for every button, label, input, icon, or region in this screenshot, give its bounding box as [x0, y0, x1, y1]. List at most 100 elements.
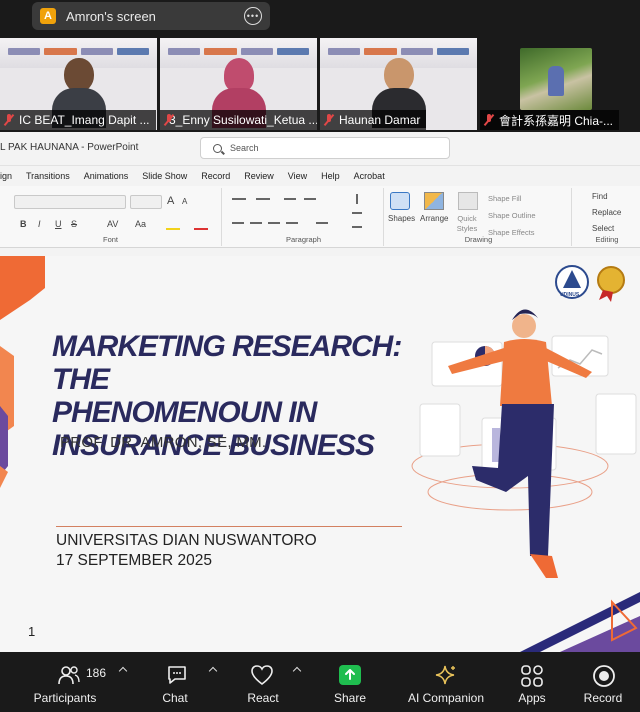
participant-video	[211, 46, 266, 128]
tab-slide-show[interactable]: Slide Show	[142, 171, 187, 181]
participants-button[interactable]: 186 Participants	[0, 654, 130, 712]
font-color-icon[interactable]	[194, 228, 208, 230]
participant-name: Haunan Damar	[320, 110, 427, 130]
underline-button[interactable]: U	[55, 219, 62, 229]
slide-canvas[interactable]: UDINUS MARKETING RESEARCH: THE PHENOMENO…	[0, 256, 640, 652]
screen-share-indicator[interactable]: A Amron's screen •••	[32, 2, 270, 30]
paragraph-group: Paragraph	[224, 188, 384, 246]
tab-transitions[interactable]: Transitions	[26, 171, 70, 181]
university-name: UNIVERSITAS DIAN NUSWANTORO	[56, 532, 317, 549]
arrange-button[interactable]: Arrange	[420, 214, 448, 223]
shape-outline-button[interactable]: Shape Outline	[488, 211, 536, 220]
highlight-icon[interactable]	[166, 228, 180, 230]
apps-button[interactable]: Apps	[498, 654, 566, 712]
columns-icon[interactable]	[316, 222, 328, 224]
mic-muted-icon	[4, 114, 14, 126]
change-case-button[interactable]: Aa	[135, 219, 146, 229]
character-spacing-button[interactable]: AV	[107, 219, 118, 229]
participant-tile[interactable]: IC BEAT_Imang Dapit ...	[0, 38, 157, 130]
bullets-icon[interactable]	[232, 198, 246, 200]
participants-icon	[58, 666, 80, 685]
line-spacing-icon[interactable]	[356, 194, 358, 204]
presentation-date: 17 SEPTEMBER 2025	[56, 552, 212, 569]
document-title: L PAK HAUNANA - PowerPoint	[0, 142, 139, 153]
react-label: React	[247, 691, 279, 705]
quick-styles-icon[interactable]	[458, 192, 478, 210]
participant-tile[interactable]: Haunan Damar	[320, 38, 477, 130]
paragraph-group-label: Paragraph	[285, 235, 322, 244]
chat-label: Chat	[162, 691, 188, 705]
ribbon: A A B I U S AV Aa Font Paragraph Shapes …	[0, 186, 640, 248]
search-input[interactable]: Search	[200, 137, 450, 159]
meeting-toolbar: 186 Participants Chat React Share AI Com…	[0, 654, 640, 712]
chat-button[interactable]: Chat	[130, 654, 220, 712]
tab-help[interactable]: Help	[321, 171, 340, 181]
share-label: Share	[333, 691, 367, 705]
tab-record[interactable]: Record	[201, 171, 230, 181]
italic-button[interactable]: I	[38, 219, 41, 229]
drawing-group: Shapes Arrange Quick Styles Shape Fill S…	[386, 188, 572, 246]
accreditation-badge	[597, 266, 625, 294]
title-line: MARKETING RESEARCH: THE	[52, 330, 402, 396]
grow-font-button[interactable]: A	[167, 195, 174, 207]
arrange-icon[interactable]	[424, 192, 444, 210]
bold-button[interactable]: B	[20, 219, 27, 229]
react-chevron-icon[interactable]	[292, 666, 302, 676]
numbering-icon[interactable]	[256, 198, 270, 200]
font-size-dropdown[interactable]	[130, 195, 162, 209]
more-options-icon[interactable]: •••	[244, 7, 262, 25]
character-head	[512, 314, 536, 338]
align-center-icon[interactable]	[250, 222, 262, 224]
strikethrough-button[interactable]: S	[71, 219, 77, 229]
apps-label: Apps	[518, 691, 546, 705]
tab-acrobat[interactable]: Acrobat	[354, 171, 385, 181]
character-shirt	[500, 339, 552, 406]
ppt-titlebar: L PAK HAUNANA - PowerPoint Search	[0, 132, 640, 166]
record-label: Record	[583, 691, 623, 705]
share-button[interactable]: Share	[306, 654, 394, 712]
participant-video	[371, 46, 426, 128]
divider-line	[56, 526, 402, 527]
align-text-icon[interactable]	[352, 226, 362, 228]
chat-chevron-icon[interactable]	[208, 666, 218, 676]
increase-indent-icon[interactable]	[304, 198, 316, 200]
tab-animations[interactable]: Animations	[84, 171, 129, 181]
heart-icon	[251, 665, 273, 686]
shapes-button[interactable]: Shapes	[388, 214, 415, 223]
share-screen-icon	[339, 665, 361, 685]
apps-icon	[521, 665, 543, 687]
font-group-label: Font	[102, 235, 118, 244]
shapes-icon[interactable]	[390, 192, 410, 210]
tab-review[interactable]: Review	[244, 171, 274, 181]
quick-styles-button[interactable]: Quick Styles	[452, 214, 482, 234]
participants-chevron-icon[interactable]	[118, 666, 128, 676]
align-left-icon[interactable]	[232, 222, 244, 224]
justify-icon[interactable]	[286, 222, 298, 224]
decrease-indent-icon[interactable]	[284, 198, 296, 200]
text-direction-icon[interactable]	[352, 212, 362, 214]
purple-hex-shape	[0, 406, 8, 476]
react-button[interactable]: React	[220, 654, 306, 712]
participant-photo	[520, 48, 592, 110]
video-strip: IC BEAT_Imang Dapit ... 3_Enny Susilowat…	[0, 38, 640, 130]
participants-label: Participants	[33, 691, 97, 705]
ai-companion-button[interactable]: AI Companion	[394, 654, 498, 712]
shrink-font-button[interactable]: A	[182, 197, 187, 206]
ai-companion-label: AI Companion	[407, 691, 485, 705]
participant-tile[interactable]: 3_Enny Susilowati_Ketua ...	[160, 38, 317, 130]
font-name-dropdown[interactable]	[14, 195, 126, 209]
shape-fill-button[interactable]: Shape Fill	[488, 194, 521, 203]
tab-design[interactable]: ign	[0, 171, 12, 181]
find-button[interactable]: Find	[592, 192, 608, 201]
select-button[interactable]: Select	[592, 224, 614, 233]
replace-button[interactable]: Replace	[592, 208, 621, 217]
record-icon	[593, 665, 615, 687]
participant-name: 會計系孫嘉明 Chia-...	[480, 110, 620, 130]
align-right-icon[interactable]	[268, 222, 280, 224]
character-shoe	[530, 554, 558, 578]
participant-tile[interactable]: 會計系孫嘉明 Chia-...	[480, 38, 637, 130]
tab-view[interactable]: View	[288, 171, 307, 181]
logo-caption: UDINUS	[560, 292, 580, 298]
ribbon-tabs: ign Transitions Animations Slide Show Re…	[0, 166, 640, 186]
record-button[interactable]: Record	[566, 654, 640, 712]
